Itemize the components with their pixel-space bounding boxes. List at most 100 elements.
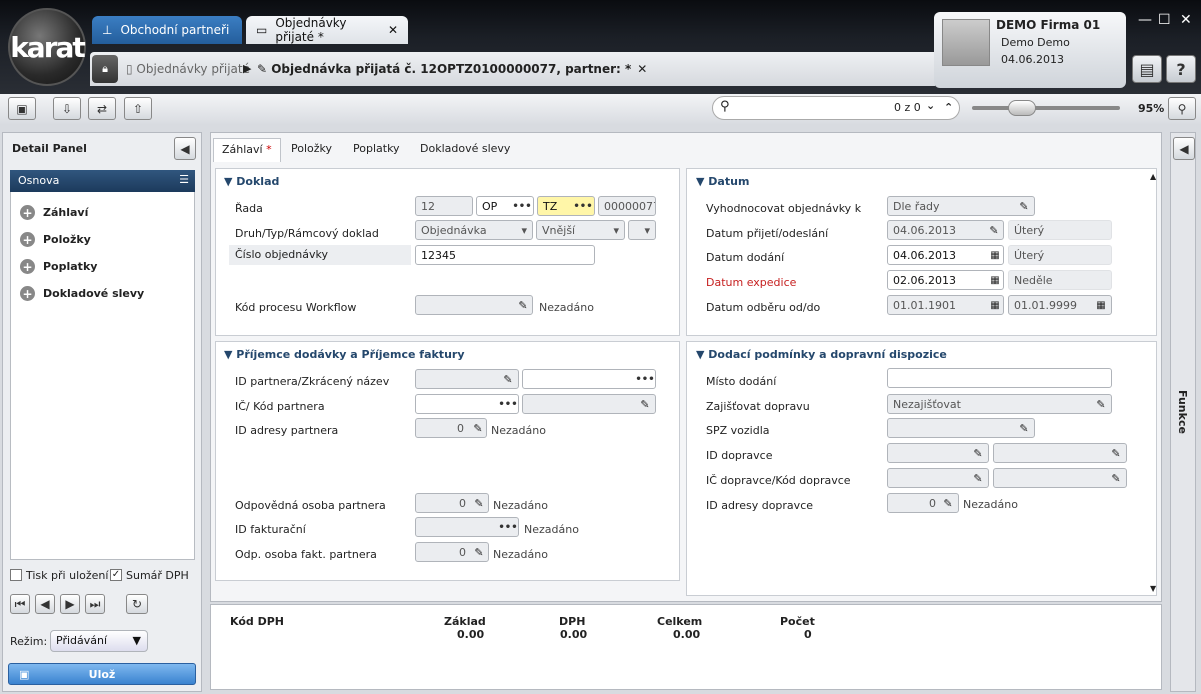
pencil-icon[interactable]: ✎ xyxy=(1091,395,1111,413)
scroll-down-icon[interactable]: ▼ xyxy=(1150,584,1156,593)
prev-record-button[interactable]: ◀ xyxy=(35,594,55,614)
save-button[interactable]: ▣ Ulož xyxy=(8,663,196,685)
pencil-icon[interactable]: ✎ xyxy=(635,395,655,413)
outline-item-polozky[interactable]: + Položky xyxy=(20,232,91,247)
pencil-icon[interactable]: ✎ xyxy=(984,221,1004,239)
tab-poplatky[interactable]: Poplatky xyxy=(345,138,408,162)
list-icon[interactable]: ☰ xyxy=(179,173,189,186)
print-checkbox[interactable] xyxy=(10,569,22,581)
dropdown-icon: ▾ xyxy=(644,224,650,237)
pencil-icon[interactable]: ✎ xyxy=(1106,469,1126,487)
more-icon[interactable]: ••• xyxy=(573,197,593,215)
cislo-input[interactable]: 12345 xyxy=(415,245,595,265)
function-label[interactable]: Funkce xyxy=(1176,390,1189,434)
typ-select[interactable]: Vnější ▾ xyxy=(536,220,625,240)
import-button[interactable]: ⇩ xyxy=(53,97,81,120)
tab-obchodni-partneri[interactable]: ⊥ Obchodní partneři xyxy=(92,16,242,44)
first-record-button[interactable]: ⏮ xyxy=(10,594,30,614)
doklad-header[interactable]: ▼ Doklad xyxy=(224,175,279,188)
workflow-label: Kód procesu Workflow xyxy=(235,301,357,314)
tab-polozky[interactable]: Položky xyxy=(283,138,340,162)
scroll-up-icon[interactable]: ▲ xyxy=(1150,172,1156,181)
pencil-icon[interactable]: ✎ xyxy=(469,543,489,561)
pencil-icon[interactable]: ✎ xyxy=(1014,419,1034,437)
expand-function-button[interactable]: ◀ xyxy=(1173,137,1195,160)
transfer-button[interactable]: ⇄ xyxy=(88,97,116,120)
dodaci-header[interactable]: ▼ Dodací podmínky a dopravní dispozice xyxy=(696,348,947,361)
collapse-panel-button[interactable]: ◀ xyxy=(174,137,196,160)
refresh-button[interactable]: ↻ xyxy=(126,594,148,614)
save-toolbar-button[interactable]: ▣ xyxy=(8,97,36,120)
maximize-icon[interactable]: ☐ xyxy=(1158,12,1171,28)
zoom-reset-button[interactable]: ⚲ xyxy=(1168,97,1196,120)
outline-item-zahlavi[interactable]: + Záhlaví xyxy=(20,205,88,220)
search-input[interactable] xyxy=(712,96,960,120)
pencil-icon[interactable]: ✎ xyxy=(968,469,988,487)
misto-input[interactable] xyxy=(887,368,1112,388)
expand-icon[interactable]: + xyxy=(20,232,35,247)
minimize-icon[interactable]: — xyxy=(1138,12,1152,28)
zoom-slider-handle[interactable] xyxy=(1008,100,1036,116)
spz-field[interactable] xyxy=(887,418,1035,438)
calculator-icon: ▤ xyxy=(1139,59,1155,79)
rada-field-4[interactable]: 00000077 xyxy=(598,196,656,216)
prijemce-header[interactable]: ▼ Příjemce dodávky a Příjemce faktury xyxy=(224,348,465,361)
lock-button[interactable]: 🔒︎ xyxy=(92,55,118,83)
rada-label: Řada xyxy=(235,202,263,215)
pencil-icon[interactable]: ✎ xyxy=(513,296,533,314)
zajist-label: Zajišťovat dopravu xyxy=(706,400,810,413)
pencil-icon[interactable]: ✎ xyxy=(1106,444,1126,462)
expand-icon[interactable]: + xyxy=(20,286,35,301)
pencil-icon[interactable]: ✎ xyxy=(1014,197,1034,215)
more-icon[interactable]: ••• xyxy=(498,518,518,536)
breadcrumb-parent[interactable]: ▯ Objednávky přijaté xyxy=(126,62,250,76)
prijeti-day: Úterý xyxy=(1008,220,1112,240)
pencil-icon[interactable]: ✎ xyxy=(469,494,489,512)
tab-dokladove-slevy[interactable]: Dokladové slevy xyxy=(412,138,518,162)
calendar-icon[interactable]: ▦ xyxy=(1092,297,1110,313)
outline-item-dokladove-slevy[interactable]: + Dokladové slevy xyxy=(20,286,144,301)
zajist-field[interactable]: Nezajišťovat xyxy=(887,394,1112,414)
print-label: Tisk při uložení xyxy=(26,569,109,582)
dodani-day: Úterý xyxy=(1008,245,1112,265)
pencil-icon[interactable]: ✎ xyxy=(968,444,988,462)
close-window-icon[interactable]: ✕ xyxy=(1180,12,1192,28)
calendar-icon[interactable]: ▦ xyxy=(986,272,1004,288)
tab-zahlavi[interactable]: Záhlaví * xyxy=(213,138,281,162)
avatar xyxy=(942,19,990,66)
more-icon[interactable]: ••• xyxy=(635,370,655,388)
chevron-up-icon[interactable]: ⌃ xyxy=(944,101,953,114)
tab-objednavky-prijate[interactable]: ▭ Objednávky přijaté * ✕ xyxy=(246,16,408,44)
help-button[interactable]: ? xyxy=(1166,55,1196,83)
mode-select[interactable]: Přidávání ▼ xyxy=(50,630,148,652)
expand-icon[interactable]: + xyxy=(20,259,35,274)
pencil-icon[interactable]: ✎ xyxy=(468,419,488,437)
close-icon[interactable]: ✕ xyxy=(637,62,647,76)
datum-header[interactable]: ▼ Datum xyxy=(696,175,749,188)
last-record-button[interactable]: ⏭ xyxy=(85,594,105,614)
rada-field-1[interactable]: 12 xyxy=(415,196,473,216)
export-button[interactable]: ⇧ xyxy=(124,97,152,120)
arrow-left-icon: ◀ xyxy=(40,597,50,611)
transfer-icon: ⇄ xyxy=(96,101,108,116)
expand-icon[interactable]: + xyxy=(20,205,35,220)
close-tab-icon[interactable]: ✕ xyxy=(388,23,398,37)
sum-checkbox[interactable]: ✓ xyxy=(110,569,122,581)
calendar-icon[interactable]: ▦ xyxy=(986,297,1004,313)
search-icon: ⚲ xyxy=(720,99,730,114)
zoom-slider[interactable] xyxy=(972,106,1120,110)
druh-select[interactable]: Objednávka ▾ xyxy=(415,220,533,240)
more-icon[interactable]: ••• xyxy=(498,395,518,413)
calendar-icon[interactable]: ▦ xyxy=(986,247,1004,263)
pencil-icon[interactable]: ✎ xyxy=(938,494,958,512)
outline-item-poplatky[interactable]: + Poplatky xyxy=(20,259,97,274)
vyh-field[interactable]: Dle řady xyxy=(887,196,1035,216)
more-icon[interactable]: ••• xyxy=(512,197,532,215)
next-record-button[interactable]: ▶ xyxy=(60,594,80,614)
chevron-down-icon[interactable]: ⌄ xyxy=(926,99,935,112)
calculator-button[interactable]: ▤ xyxy=(1132,55,1162,83)
pencil-icon[interactable]: ✎ xyxy=(498,370,518,388)
ramcovy-select[interactable]: ▾ xyxy=(628,220,656,240)
user-name: Demo Demo xyxy=(1001,36,1070,49)
icdop-label: IČ dopravce/Kód dopravce xyxy=(706,474,851,487)
